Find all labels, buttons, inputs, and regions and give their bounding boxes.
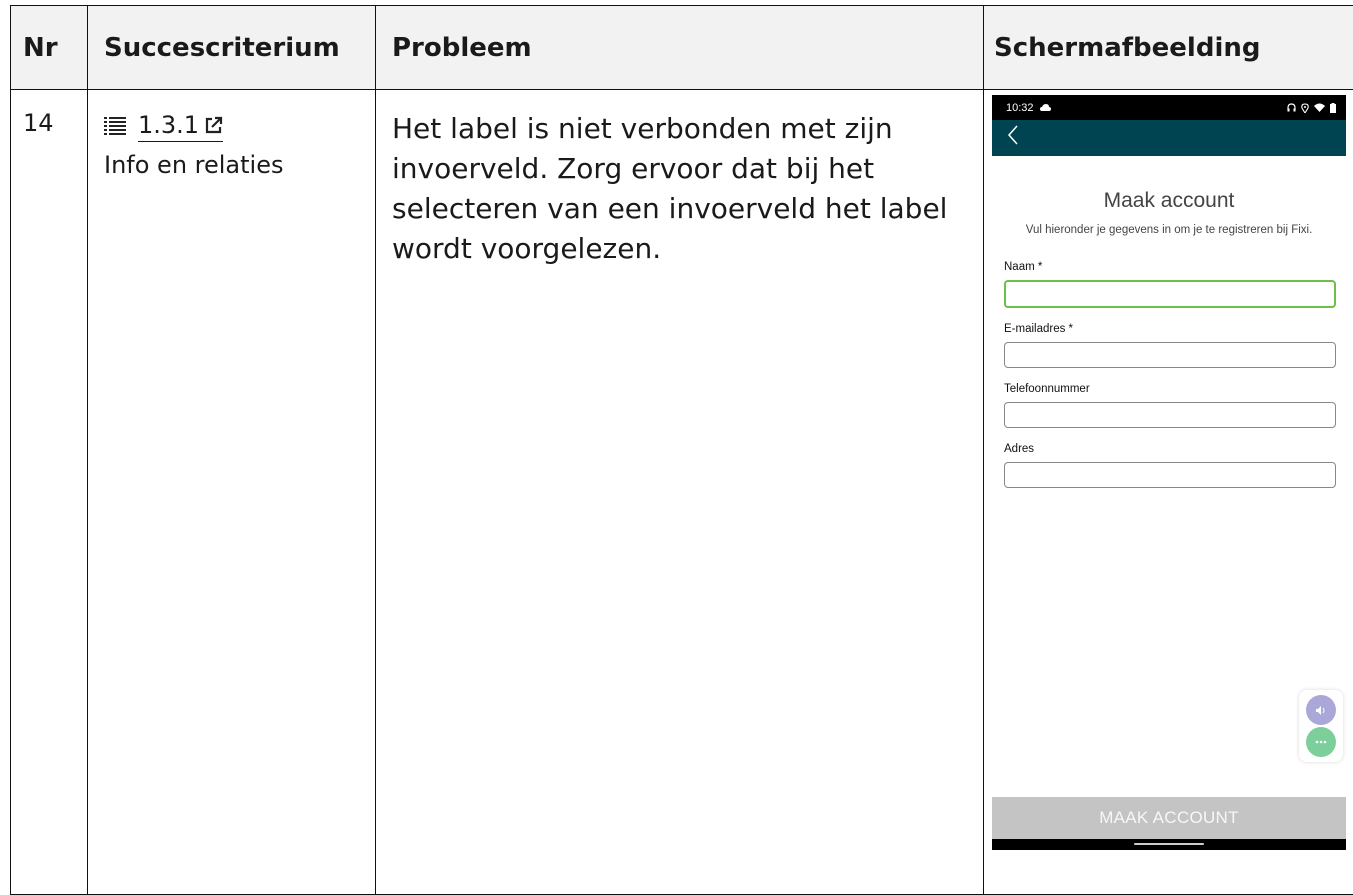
criterion-line: 1.3.1 (104, 109, 375, 143)
name-label: Naam * (1004, 261, 1336, 273)
navigation-bar (992, 839, 1346, 850)
criterion-name: Info en relaties (104, 151, 375, 179)
header-nr: Nr (11, 6, 88, 90)
phone-screenshot: 10:32 Maak account V (992, 95, 1346, 850)
criterion-cell: 1.3.1 Info en relaties (88, 90, 376, 895)
criterion-code: 1.3.1 (138, 111, 199, 139)
more-button[interactable] (1306, 727, 1336, 757)
criterion-link[interactable]: 1.3.1 (138, 111, 223, 142)
findings-table: Nr Succescriterium Probleem Schermafbeel… (10, 5, 1353, 895)
battery-icon (1330, 103, 1336, 113)
name-field[interactable] (1004, 280, 1336, 308)
app-bar (992, 120, 1346, 156)
speaker-icon (1316, 706, 1326, 715)
row-number: 14 (11, 90, 88, 895)
problem-text: Het label is niet verbonden met zijn inv… (376, 90, 984, 895)
cloud-icon (1040, 104, 1051, 111)
status-bar: 10:32 (992, 95, 1346, 120)
location-icon (1301, 103, 1309, 113)
phone-label: Telefoonnummer (1004, 383, 1336, 395)
screen-title: Maak account (992, 189, 1346, 213)
address-label: Adres (1004, 443, 1336, 455)
back-icon[interactable] (1006, 124, 1020, 146)
address-field[interactable] (1004, 462, 1336, 488)
external-link-icon (205, 116, 223, 134)
phone-field[interactable] (1004, 402, 1336, 428)
home-handle[interactable] (1134, 843, 1204, 845)
floating-actions (1299, 690, 1343, 762)
screenshot-cell: 10:32 Maak account V (984, 90, 1353, 895)
screen-subtitle: Vul hieronder je gegevens in om je te re… (1002, 222, 1336, 238)
speaker-button[interactable] (1306, 695, 1336, 725)
email-field[interactable] (1004, 342, 1336, 368)
header-criterion: Succescriterium (88, 6, 376, 90)
registration-form: Naam * E-mailadres * Telefoonnummer Adre… (1004, 261, 1336, 488)
header-screenshot: Schermafbeelding (984, 6, 1353, 90)
header-row: Nr Succescriterium Probleem Schermafbeel… (11, 6, 1353, 90)
email-label: E-mailadres * (1004, 323, 1336, 335)
wifi-icon (1314, 103, 1325, 112)
headset-icon (1287, 103, 1296, 112)
header-problem: Probleem (376, 6, 984, 90)
table-row: 14 1.3.1 (11, 90, 1353, 895)
more-icon (1315, 740, 1327, 744)
create-account-button[interactable]: MAAK ACCOUNT (992, 797, 1346, 839)
status-time: 10:32 (1006, 102, 1034, 114)
list-icon (104, 117, 126, 135)
